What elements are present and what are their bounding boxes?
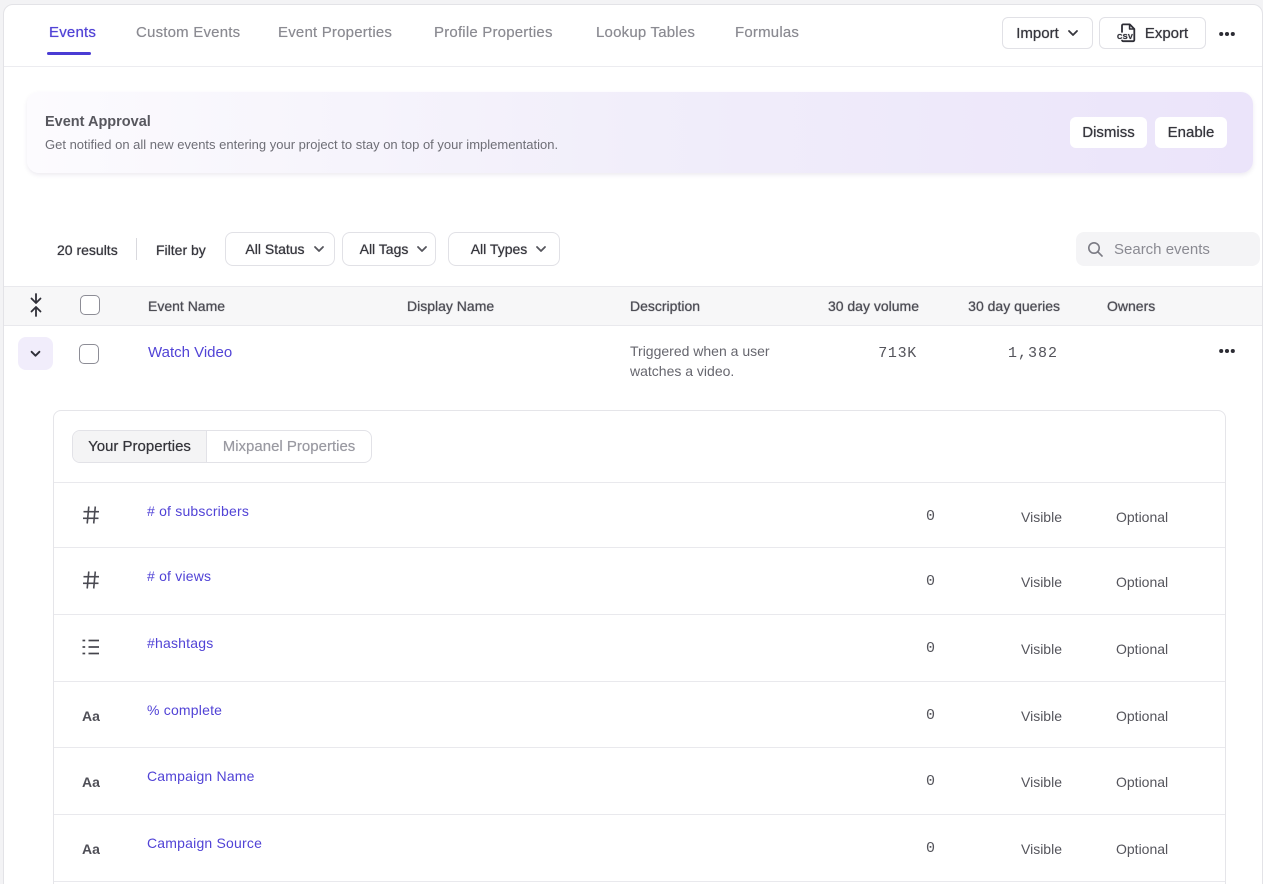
svg-text:CSV: CSV	[1117, 32, 1133, 41]
